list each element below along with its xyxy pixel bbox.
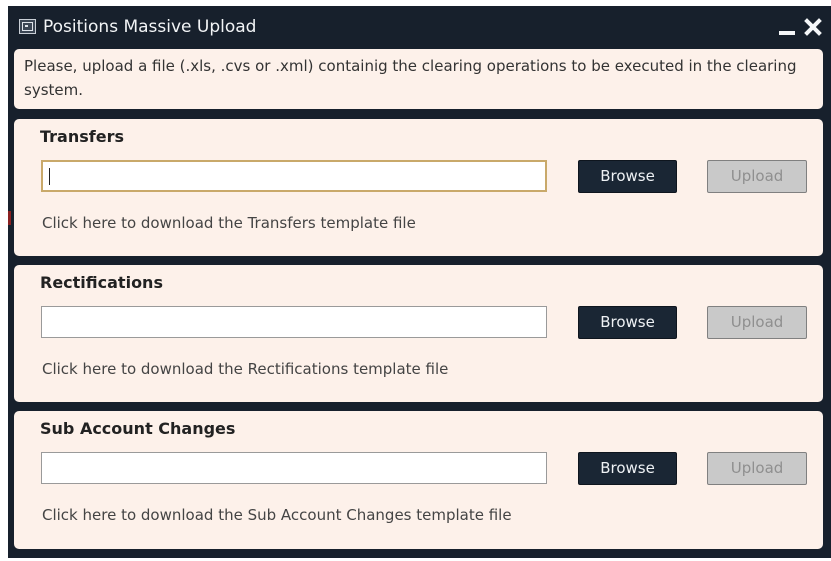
rectifications-upload-button[interactable]: Upload xyxy=(707,306,807,339)
intro-panel: Please, upload a file (.xls, .cvs or .xm… xyxy=(14,49,823,109)
sub-account-changes-template-link[interactable]: Click here to download the Sub Account C… xyxy=(42,506,512,524)
title-bar[interactable]: Positions Massive Upload xyxy=(8,6,831,48)
app-window-icon xyxy=(19,19,36,34)
text-caret xyxy=(49,168,50,185)
section-title-rectifications: Rectifications xyxy=(40,273,163,292)
transfers-template-link[interactable]: Click here to download the Transfers tem… xyxy=(42,214,416,232)
sub-account-changes-section: Sub Account Changes Browse Upload Click … xyxy=(14,411,823,549)
rectifications-template-link[interactable]: Click here to download the Rectification… xyxy=(42,360,448,378)
transfers-file-input[interactable] xyxy=(41,160,547,192)
intro-text: Please, upload a file (.xls, .cvs or .xm… xyxy=(24,57,797,99)
window-title: Positions Massive Upload xyxy=(43,17,257,37)
close-icon xyxy=(804,18,822,36)
positions-upload-window: Positions Massive Upload Please, upload … xyxy=(8,6,831,558)
rectifications-file-input[interactable] xyxy=(41,306,547,338)
sub-account-changes-file-input[interactable] xyxy=(41,452,547,484)
rectifications-browse-button[interactable]: Browse xyxy=(578,306,677,339)
rectifications-section: Rectifications Browse Upload Click here … xyxy=(14,265,823,402)
transfers-browse-button[interactable]: Browse xyxy=(578,160,677,193)
section-title-transfers: Transfers xyxy=(40,127,124,146)
transfers-section: Transfers Browse Upload Click here to do… xyxy=(14,119,823,256)
window-edge-marker xyxy=(8,211,11,225)
section-title-sub-account-changes: Sub Account Changes xyxy=(40,419,236,438)
close-button[interactable] xyxy=(802,15,824,37)
sub-account-changes-browse-button[interactable]: Browse xyxy=(578,452,677,485)
minimize-button[interactable] xyxy=(776,16,798,38)
sub-account-changes-upload-button[interactable]: Upload xyxy=(707,452,807,485)
minimize-icon xyxy=(779,31,795,35)
transfers-upload-button[interactable]: Upload xyxy=(707,160,807,193)
